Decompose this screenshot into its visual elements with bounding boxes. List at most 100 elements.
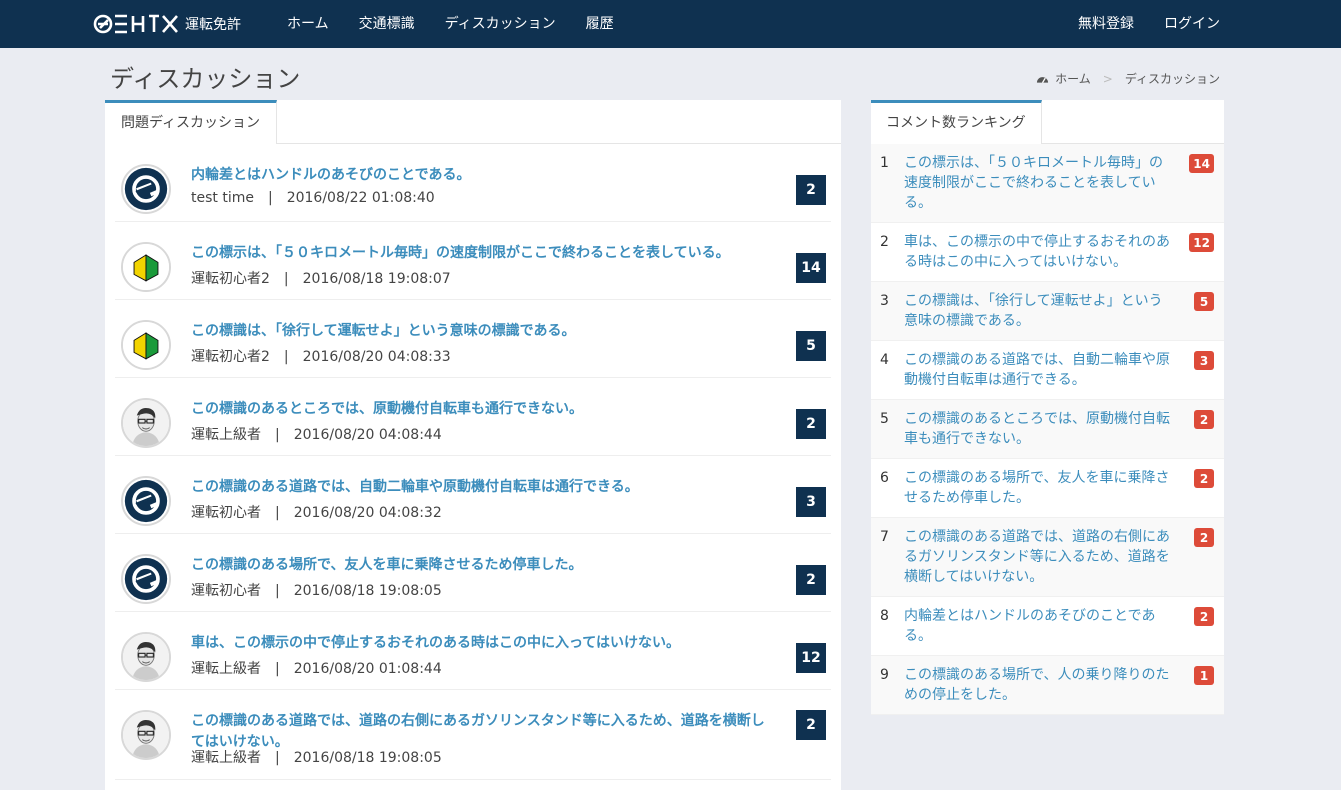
ranking-link[interactable]: この標識のある場所で、人の乗り降りのための停止をした。 (904, 667, 1169, 703)
meta-separator: | (283, 271, 289, 287)
rank-number: 9 (880, 667, 889, 683)
topic-title-link[interactable]: この標識のある場所で、友人を車に乗降させるため停車した。 (191, 555, 771, 576)
topic-title-link[interactable]: この標識のあるところでは、原動機付自転車も通行できない。 (191, 399, 771, 420)
topic-date: 2016/08/18 19:08:05 (293, 750, 442, 766)
e-logo-icon[interactable] (121, 164, 171, 214)
topic-item: この標識のあるところでは、原動機付自転車も通行できない。 運転上級者 | 2016/0… (115, 378, 831, 456)
rank-number: 4 (880, 352, 889, 368)
ranking-item: 1 この標示は、「５０キロメートル毎時」の速度制限がここで終わることを表している。… (871, 144, 1224, 223)
comment-count-badge: 2 (796, 175, 826, 205)
ranking-item: 7 この標識のある道路では、道路の右側にあるガソリンスタンド等に入るため、道路を横… (871, 518, 1224, 597)
tab-discussion[interactable]: 問題ディスカッション (105, 100, 278, 144)
beginner-mark-icon[interactable] (121, 242, 171, 292)
ranking-link[interactable]: この標識のある道路では、道路の右側にあるガソリンスタンド等に入るため、道路を横断… (904, 529, 1170, 585)
breadcrumb: ホーム > ディスカッション (1036, 70, 1220, 87)
brand[interactable]: 運転免許 (93, 12, 241, 36)
comment-count-badge: 5 (796, 331, 826, 361)
topic-date: 2016/08/20 01:08:44 (293, 661, 442, 677)
ranking-count-badge: 3 (1194, 351, 1214, 370)
topic-item: この標示は、「５０キロメートル毎時」の速度制限がここで終わることを表している。運… (115, 222, 831, 300)
topic-title-link[interactable]: 内輪差とはハンドルのあそびのことである。 (191, 165, 771, 186)
topic-meta: 運転初心者 | 2016/08/20 04:08:32 (191, 502, 442, 522)
topic-meta: 運転上級者 | 2016/08/20 01:08:44 (191, 658, 442, 678)
ranking-count-badge: 2 (1194, 469, 1214, 488)
topic-author: test time (191, 190, 254, 206)
ranking-item: 5 この標識のあるところでは、原動機付自転車も通行できない。 2 (871, 400, 1224, 459)
topic-meta: 運転初心者 | 2016/08/18 19:08:05 (191, 580, 442, 600)
topic-meta: 運転上級者 | 2016/08/20 04:08:44 (191, 424, 442, 444)
nav-login[interactable]: ログイン (1149, 0, 1235, 48)
e-logo-icon[interactable] (121, 554, 171, 604)
rank-number: 1 (880, 155, 889, 171)
topic-date: 2016/08/18 19:08:07 (302, 271, 451, 287)
rank-number: 8 (880, 608, 889, 624)
ranking-item: 4 この標識のある道路では、自動二輪車や原動機付自転車は通行できる。 3 (871, 341, 1224, 400)
rank-number: 2 (880, 234, 889, 250)
topic-author: 運転初心者2 (191, 271, 270, 287)
ranking-link[interactable]: この標示は、「５０キロメートル毎時」の速度制限がここで終わることを表している。 (904, 155, 1163, 211)
topic-author: 運転初心者2 (191, 349, 270, 365)
e-logo-icon[interactable] (121, 476, 171, 526)
topic-date: 2016/08/20 04:08:32 (293, 505, 442, 521)
nav-register[interactable]: 無料登録 (1063, 0, 1149, 48)
man-portrait-icon[interactable] (121, 710, 171, 760)
nav-history[interactable]: 履歴 (571, 0, 629, 48)
comment-count-badge: 2 (796, 710, 826, 740)
topic-date: 2016/08/20 04:08:44 (293, 427, 442, 443)
topic-date: 2016/08/20 04:08:33 (302, 349, 451, 365)
ranking-count-badge: 2 (1194, 528, 1214, 547)
discussion-tab-bar: 問題ディスカッション (105, 100, 841, 144)
comment-count-badge: 2 (796, 565, 826, 595)
topic-item: この標識は、「徐行して運転せよ」という意味の標識である。運転初心者2 | 2016/… (115, 300, 831, 378)
topic-meta: 運転初心者2 | 2016/08/20 04:08:33 (191, 346, 451, 366)
ranking-tab-bar: コメント数ランキング (871, 100, 1224, 144)
meta-separator: | (275, 583, 280, 599)
topic-author: 運転初心者 (191, 505, 261, 521)
meta-separator: | (283, 349, 289, 365)
ranking-panel: コメント数ランキング 1 この標示は、「５０キロメートル毎時」の速度制限がここで終… (871, 100, 1224, 715)
ranking-link[interactable]: 車は、この標示の中で停止するおそれのある時はこの中に入ってはいけない。 (904, 234, 1170, 270)
brand-text: 運転免許 (185, 17, 241, 33)
nav-discussion[interactable]: ディスカッション (430, 0, 571, 48)
ranking-count-badge: 14 (1189, 154, 1214, 173)
tab-comment-ranking[interactable]: コメント数ランキング (871, 100, 1042, 144)
meta-separator: | (275, 750, 280, 766)
meta-separator: | (275, 427, 280, 443)
rank-number: 3 (880, 293, 889, 309)
breadcrumb-home[interactable]: ホーム (1055, 70, 1091, 87)
topic-item: この標識のある場所で、友人を車に乗降させるため停車した。 運転初心者 | 2016/0… (115, 534, 831, 612)
topic-item: 車は、この標示の中で停止するおそれのある時はこの中に入ってはいけない。 運転上級者… (115, 612, 831, 690)
topic-title-link[interactable]: この標識は、「徐行して運転せよ」という意味の標識である。 (191, 321, 771, 342)
rank-number: 5 (880, 411, 889, 427)
topic-list: 内輪差とはハンドルのあそびのことである。 test time | 2016/08/22… (105, 144, 841, 780)
topic-title-link[interactable]: この標識のある道路では、自動二輪車や原動機付自転車は通行できる。 (191, 477, 771, 498)
nav-home[interactable]: ホーム (272, 0, 344, 48)
ranking-link[interactable]: この標識のあるところでは、原動機付自転車も通行できない。 (904, 411, 1170, 447)
page-header: ディスカッション ホーム > ディスカッション (0, 48, 1341, 100)
ranking-count-badge: 2 (1194, 607, 1214, 626)
ranking-link[interactable]: 内輪差とはハンドルのあそびのことである。 (904, 608, 1155, 644)
ranking-link[interactable]: この標識は、「徐行して運転せよ」という意味の標識である。 (904, 293, 1163, 329)
topic-author: 運転上級者 (191, 661, 261, 677)
topic-title-link[interactable]: この標示は、「５０キロメートル毎時」の速度制限がここで終わることを表している。 (191, 243, 771, 264)
ranking-item: 3 この標識は、「徐行して運転せよ」という意味の標識である。 5 (871, 282, 1224, 341)
meta-separator: | (267, 190, 273, 206)
breadcrumb-separator: > (1102, 71, 1113, 86)
site-logo-icon (93, 14, 178, 34)
comment-count-badge: 3 (796, 487, 826, 517)
beginner-mark-icon[interactable] (121, 320, 171, 370)
nav-traffic-signs[interactable]: 交通標識 (344, 0, 430, 48)
topic-title-link[interactable]: 車は、この標示の中で停止するおそれのある時はこの中に入ってはいけない。 (191, 633, 771, 654)
topic-author: 運転上級者 (191, 750, 261, 766)
man-portrait-icon[interactable] (121, 632, 171, 682)
ranking-link[interactable]: この標識のある道路では、自動二輪車や原動機付自転車は通行できる。 (904, 352, 1170, 388)
topic-item: この標識のある道路では、自動二輪車や原動機付自転車は通行できる。 運転初心者 | 20… (115, 456, 831, 534)
main-nav: ホーム 交通標識 ディスカッション 履歴 (272, 0, 629, 48)
rank-number: 6 (880, 470, 889, 486)
comment-count-badge: 14 (796, 253, 826, 283)
ranking-item: 2 車は、この標示の中で停止するおそれのある時はこの中に入ってはいけない。 12 (871, 223, 1224, 282)
man-portrait-icon[interactable] (121, 398, 171, 448)
rank-number: 7 (880, 529, 889, 545)
ranking-link[interactable]: この標識のある場所で、友人を車に乗降させるため停車した。 (904, 470, 1169, 506)
account-nav: 無料登録 ログイン (1063, 0, 1235, 48)
